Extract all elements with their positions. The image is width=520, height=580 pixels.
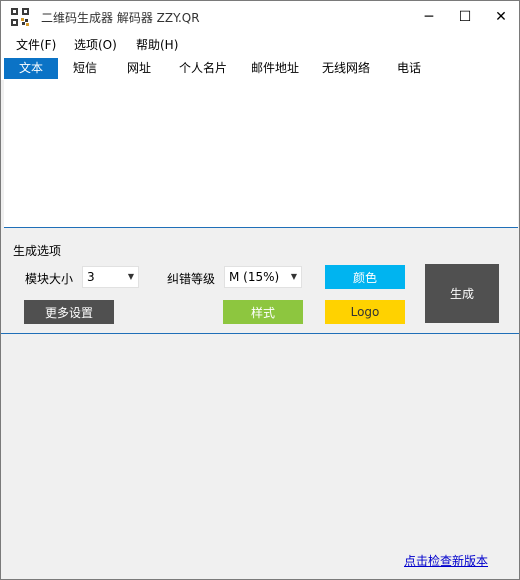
logo-button[interactable]: Logo (325, 300, 405, 324)
menu-help[interactable]: 帮助(H) (136, 36, 178, 53)
maximize-button[interactable]: ☐ (445, 1, 485, 32)
tab-sms[interactable]: 短信 (59, 58, 111, 79)
menu-bar: 文件(F) 选项(O) 帮助(H) (1, 32, 519, 56)
text-input-area[interactable] (4, 80, 518, 228)
check-update-link[interactable]: 点击检查新版本 (404, 552, 488, 569)
dropdown-arrow-icon: ▼ (127, 272, 134, 281)
module-size-value: 3 (87, 270, 95, 284)
maximize-icon: ☐ (458, 8, 472, 25)
tab-phone[interactable]: 电话 (384, 58, 434, 79)
qr-code-icon (10, 7, 30, 27)
options-title: 生成选项 (13, 244, 62, 258)
tab-wifi[interactable]: 无线网络 (314, 58, 378, 79)
close-icon: ✕ (495, 8, 507, 25)
tab-email[interactable]: 邮件地址 (243, 58, 307, 79)
window-title: 二维码生成器 解码器 ZZY.QR (41, 11, 200, 25)
tab-text[interactable]: 文本 (4, 58, 58, 79)
module-size-label: 模块大小 (25, 272, 74, 286)
title-bar[interactable]: 二维码生成器 解码器 ZZY.QR ─ ☐ ✕ (1, 1, 519, 32)
error-level-value: M (15%) (229, 270, 280, 284)
menu-file[interactable]: 文件(F) (16, 36, 56, 53)
generate-button[interactable]: 生成 (425, 264, 499, 323)
error-level-label: 纠错等级 (167, 272, 216, 286)
module-size-select[interactable]: 3 ▼ (82, 266, 139, 288)
generate-options-panel: 生成选项 模块大小 3 ▼ 纠错等级 M (15%) ▼ 颜色 更多设置 样式 … (1, 230, 519, 334)
color-button[interactable]: 颜色 (325, 265, 405, 289)
menu-options[interactable]: 选项(O) (74, 36, 117, 53)
close-button[interactable]: ✕ (481, 1, 519, 32)
app-window: 二维码生成器 解码器 ZZY.QR ─ ☐ ✕ 文件(F) 选项(O) 帮助(H… (0, 0, 520, 580)
tab-vcard[interactable]: 个人名片 (171, 58, 235, 79)
minimize-icon: ─ (424, 8, 434, 25)
qr-preview-area (4, 336, 518, 579)
content-tabs: 文本 短信 网址 个人名片 邮件地址 无线网络 电话 (1, 56, 519, 80)
more-settings-button[interactable]: 更多设置 (24, 300, 114, 324)
error-level-select[interactable]: M (15%) ▼ (224, 266, 302, 288)
tab-url[interactable]: 网址 (113, 58, 165, 79)
dropdown-arrow-icon: ▼ (290, 272, 297, 281)
minimize-button[interactable]: ─ (409, 1, 449, 32)
style-button[interactable]: 样式 (223, 300, 303, 324)
